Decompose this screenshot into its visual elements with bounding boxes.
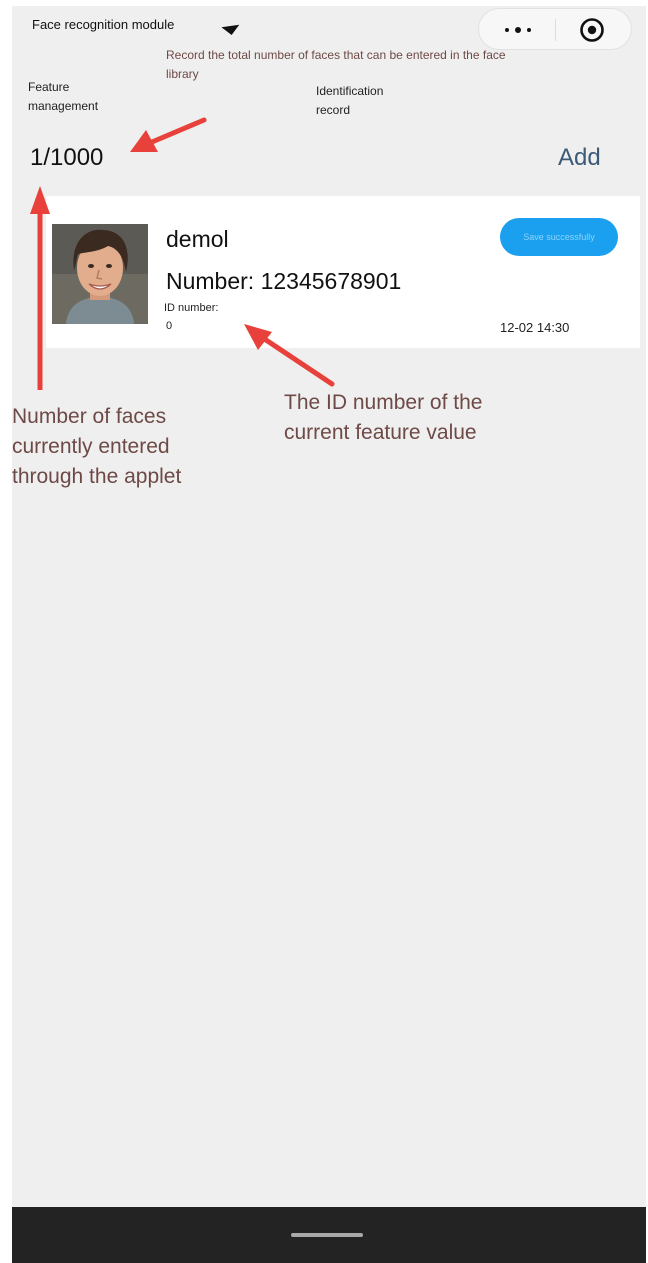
- home-indicator[interactable]: [291, 1233, 363, 1237]
- more-dots-icon[interactable]: [499, 21, 539, 39]
- tab-identification-record[interactable]: Identification record: [316, 82, 416, 120]
- annotation-id-number: The ID number of the current feature val…: [284, 391, 483, 444]
- face-record-card[interactable]: demol Number: 12345678901 ID number: 0 S…: [46, 196, 640, 348]
- annotation-current-count: Number of faces currently entered throug…: [12, 405, 182, 488]
- bottom-navigation-bar: [12, 1207, 646, 1263]
- avatar: [52, 224, 148, 324]
- save-status-button[interactable]: Save successfully: [500, 218, 618, 256]
- annotation-total-capacity: Record the total number of faces that ca…: [166, 48, 506, 81]
- capsule-divider: [555, 19, 556, 41]
- record-number: Number: 12345678901: [166, 268, 402, 294]
- record-name: demol: [166, 226, 229, 252]
- title-caret-icon: [221, 24, 241, 37]
- mini-program-capsule: [478, 8, 632, 50]
- face-count: 1/1000: [30, 144, 104, 171]
- record-time: 12-02 14:30: [500, 320, 570, 335]
- phone-screen: Face recognition module Feature manageme…: [12, 6, 646, 1263]
- id-number-value: 0: [166, 320, 173, 332]
- add-button[interactable]: Add: [558, 144, 601, 172]
- target-close-icon[interactable]: [579, 17, 605, 43]
- arrow-to-count: [130, 117, 207, 152]
- app-title: Face recognition module: [32, 17, 175, 32]
- tab-feature-management[interactable]: Feature management: [28, 78, 118, 116]
- id-number-label: ID number:: [164, 302, 219, 314]
